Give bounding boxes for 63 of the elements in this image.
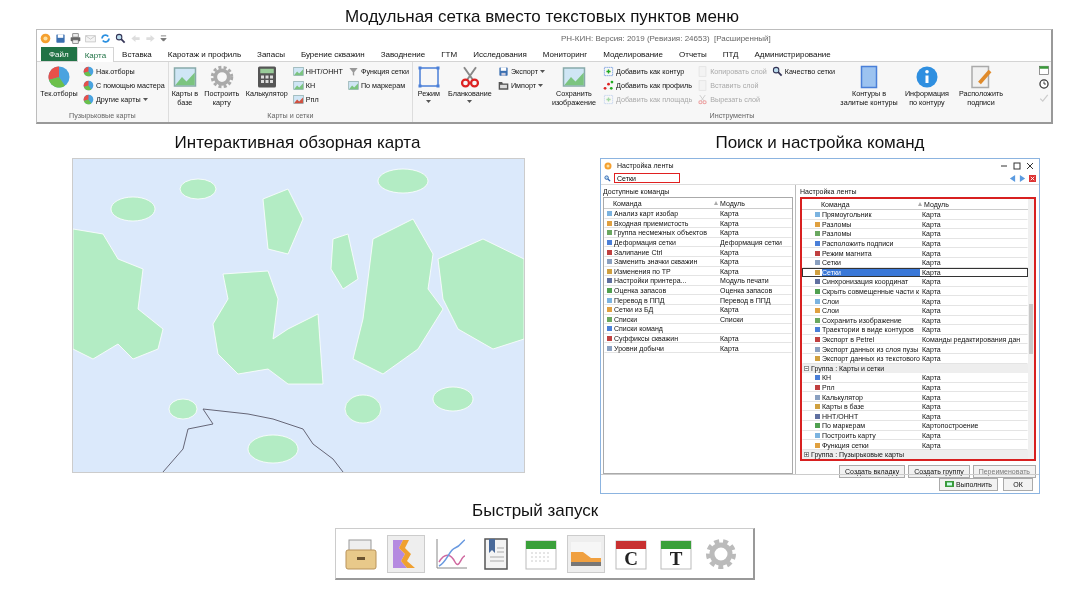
- ribbon-tab[interactable]: Моделирование: [595, 47, 672, 61]
- scrollbar[interactable]: [1028, 199, 1034, 459]
- ribbon-tab[interactable]: Исследования: [465, 47, 535, 61]
- search-icon: [604, 174, 611, 182]
- magnifier-icon: [771, 65, 783, 77]
- ribbon-tab[interactable]: Карта: [76, 47, 115, 62]
- window-title: РН-КИН: Версия: 2019 (Ревизия: 24653) [Расширенный]: [561, 33, 771, 43]
- scroll-thumb[interactable]: [1029, 304, 1033, 354]
- ribbon-tab[interactable]: Администрирование: [746, 47, 839, 61]
- file-tab[interactable]: Файл: [41, 47, 77, 61]
- run-icon: [945, 481, 955, 487]
- clock-icon[interactable]: [1039, 79, 1049, 89]
- plus-frame-icon: [602, 93, 614, 105]
- funnel-icon: [347, 65, 359, 77]
- section-caption: Быстрый запуск: [472, 500, 599, 522]
- scissors-icon: [697, 93, 709, 105]
- layers-section-button[interactable]: [567, 534, 605, 573]
- right-arrow-icon[interactable]: [1019, 174, 1026, 182]
- check-icon[interactable]: [1039, 93, 1049, 103]
- maximize-icon[interactable]: [1013, 161, 1021, 170]
- ribbon-tab[interactable]: ГТМ: [433, 47, 466, 61]
- expand-icon[interactable]: [804, 452, 809, 458]
- sort-icon: [918, 202, 922, 206]
- ribbon-tab[interactable]: ПТД: [714, 47, 747, 61]
- landscape-icon: [292, 93, 304, 105]
- sun-icon: [604, 161, 612, 170]
- calendar-icon[interactable]: [1039, 65, 1049, 75]
- section-caption: Поиск и настройка команд: [714, 132, 926, 154]
- ribbon-tab[interactable]: Запасы: [249, 47, 293, 61]
- landscape-icon: [561, 65, 586, 89]
- ribbon-tab[interactable]: Мониторинг: [534, 47, 596, 61]
- landscape-icon: [292, 79, 304, 91]
- dots-icon: [602, 79, 614, 91]
- info-icon: [914, 65, 939, 89]
- sort-icon: [714, 201, 718, 205]
- ribbon-tab[interactable]: Заводнение: [372, 47, 434, 61]
- close-icon[interactable]: [1026, 161, 1034, 170]
- gear-icon: [209, 65, 234, 89]
- clear-icon[interactable]: [1029, 174, 1036, 182]
- slide-heading: Модульная сетка вместо текстовых пунктов меню: [345, 6, 739, 28]
- search-icon[interactable]: [115, 32, 126, 44]
- landscape-icon: [292, 65, 304, 77]
- left-arrow-icon[interactable]: [1009, 174, 1016, 182]
- selection-frame-icon: [416, 65, 441, 89]
- pie-chart-icon: [83, 79, 94, 91]
- landscape-icon: [172, 65, 197, 89]
- ribbon-tab[interactable]: Отчеты: [671, 47, 715, 61]
- plus-frame-icon: [602, 65, 614, 77]
- collapse-icon[interactable]: [804, 365, 809, 371]
- folder-icon: [497, 79, 509, 91]
- ribbon-tab[interactable]: Бурение скважин: [292, 47, 373, 61]
- section-caption: Интерактивная обзорная карта: [173, 132, 422, 154]
- ribbon-tab[interactable]: Каротаж и профиль: [159, 47, 250, 61]
- printer-icon[interactable]: [70, 32, 81, 44]
- pie-chart-icon: [47, 65, 71, 89]
- customize-icon[interactable]: [160, 34, 167, 42]
- layer-chart-button[interactable]: [387, 534, 425, 573]
- landscape-icon: [347, 79, 359, 91]
- pie-chart-icon: [83, 93, 94, 105]
- sun-icon[interactable]: [40, 32, 51, 44]
- ribbon-tab[interactable]: Вставка: [114, 47, 160, 61]
- note-pencil-icon: [968, 65, 993, 89]
- pie-chart-icon: [83, 65, 94, 77]
